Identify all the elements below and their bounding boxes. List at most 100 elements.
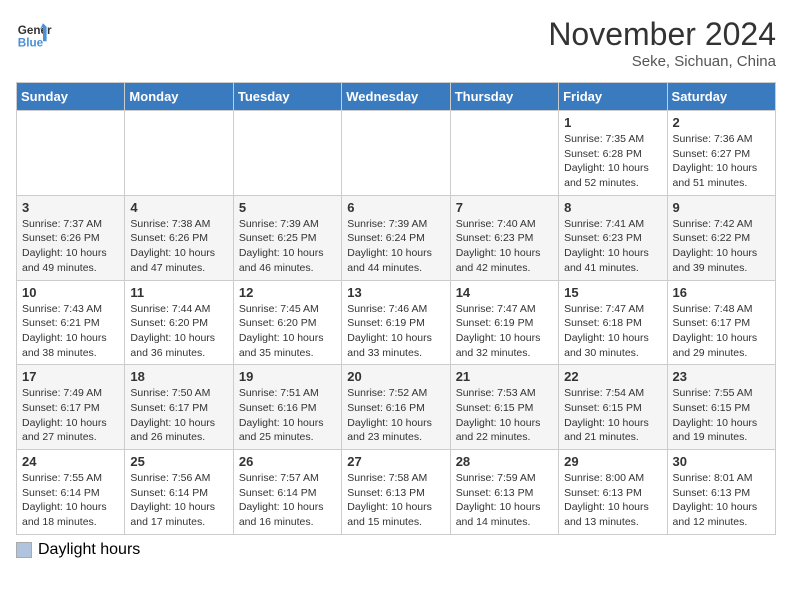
calendar-week-row: 3 Sunrise: 7:37 AM Sunset: 6:26 PM Daylig… xyxy=(17,195,776,280)
legend-label: Daylight hours xyxy=(38,541,140,559)
day-number: 21 xyxy=(456,369,553,384)
calendar-week-row: 10 Sunrise: 7:43 AM Sunset: 6:21 PM Dayli… xyxy=(17,280,776,365)
day-number: 30 xyxy=(673,454,770,469)
calendar-cell: 7 Sunrise: 7:40 AM Sunset: 6:23 PM Daylig… xyxy=(450,195,558,280)
day-number: 25 xyxy=(130,454,227,469)
day-number: 6 xyxy=(347,200,444,215)
day-number: 28 xyxy=(456,454,553,469)
calendar-day-header: Saturday xyxy=(667,83,775,111)
calendar-cell: 18 Sunrise: 7:50 AM Sunset: 6:17 PM Dayli… xyxy=(125,365,233,450)
calendar-cell: 14Sunrise: 7:47 AM Sunset: 6:19 PM Dayli… xyxy=(450,280,558,365)
legend: Daylight hours xyxy=(16,541,776,559)
calendar-week-row: 1 Sunrise: 7:35 AM Sunset: 6:28 PM Daylig… xyxy=(17,111,776,196)
day-number: 24 xyxy=(22,454,119,469)
day-number: 1 xyxy=(564,115,661,130)
svg-text:Blue: Blue xyxy=(18,37,44,50)
day-info: Sunrise: 7:44 AM Sunset: 6:20 PM Dayligh… xyxy=(130,302,227,361)
calendar-cell: 29Sunrise: 8:00 AM Sunset: 6:13 PM Dayli… xyxy=(559,450,667,535)
calendar-cell: 27 Sunrise: 7:58 AM Sunset: 6:13 PM Dayli… xyxy=(342,450,450,535)
day-number: 18 xyxy=(130,369,227,384)
calendar-cell: 25 Sunrise: 7:56 AM Sunset: 6:14 PM Dayli… xyxy=(125,450,233,535)
day-number: 23 xyxy=(673,369,770,384)
calendar-cell: 22 Sunrise: 7:54 AM Sunset: 6:15 PM Dayli… xyxy=(559,365,667,450)
calendar-cell: 8 Sunrise: 7:41 AM Sunset: 6:23 PM Daylig… xyxy=(559,195,667,280)
calendar-day-header: Tuesday xyxy=(233,83,341,111)
day-number: 27 xyxy=(347,454,444,469)
calendar-cell: 28 Sunrise: 7:59 AM Sunset: 6:13 PM Dayli… xyxy=(450,450,558,535)
calendar-cell xyxy=(125,111,233,196)
day-number: 16 xyxy=(673,285,770,300)
calendar-cell: 5Sunrise: 7:39 AM Sunset: 6:25 PM Daylig… xyxy=(233,195,341,280)
day-info: Sunrise: 8:01 AM Sunset: 6:13 PM Dayligh… xyxy=(673,471,770,530)
calendar-cell: 20Sunrise: 7:52 AM Sunset: 6:16 PM Dayli… xyxy=(342,365,450,450)
day-number: 14 xyxy=(456,285,553,300)
calendar-cell: 4Sunrise: 7:38 AM Sunset: 6:26 PM Daylig… xyxy=(125,195,233,280)
calendar-cell: 9 Sunrise: 7:42 AM Sunset: 6:22 PM Daylig… xyxy=(667,195,775,280)
month-title: November 2024 xyxy=(548,16,776,53)
day-info: Sunrise: 7:41 AM Sunset: 6:23 PM Dayligh… xyxy=(564,217,661,276)
day-info: Sunrise: 7:48 AM Sunset: 6:17 PM Dayligh… xyxy=(673,302,770,361)
calendar-cell: 3 Sunrise: 7:37 AM Sunset: 6:26 PM Daylig… xyxy=(17,195,125,280)
day-info: Sunrise: 7:40 AM Sunset: 6:23 PM Dayligh… xyxy=(456,217,553,276)
day-info: Sunrise: 7:50 AM Sunset: 6:17 PM Dayligh… xyxy=(130,386,227,445)
calendar-cell xyxy=(17,111,125,196)
day-number: 29 xyxy=(564,454,661,469)
day-number: 4 xyxy=(130,200,227,215)
calendar-cell: 11Sunrise: 7:44 AM Sunset: 6:20 PM Dayli… xyxy=(125,280,233,365)
calendar-cell: 17 Sunrise: 7:49 AM Sunset: 6:17 PM Dayli… xyxy=(17,365,125,450)
day-info: Sunrise: 7:39 AM Sunset: 6:24 PM Dayligh… xyxy=(347,217,444,276)
location: Seke, Sichuan, China xyxy=(548,53,776,70)
calendar-cell: 21 Sunrise: 7:53 AM Sunset: 6:15 PM Dayli… xyxy=(450,365,558,450)
day-info: Sunrise: 7:56 AM Sunset: 6:14 PM Dayligh… xyxy=(130,471,227,530)
day-number: 2 xyxy=(673,115,770,130)
day-info: Sunrise: 7:58 AM Sunset: 6:13 PM Dayligh… xyxy=(347,471,444,530)
day-number: 8 xyxy=(564,200,661,215)
day-number: 7 xyxy=(456,200,553,215)
page-header: General Blue November 2024 Seke, Sichuan… xyxy=(16,16,776,70)
calendar-day-header: Wednesday xyxy=(342,83,450,111)
calendar-cell: 19Sunrise: 7:51 AM Sunset: 6:16 PM Dayli… xyxy=(233,365,341,450)
day-info: Sunrise: 7:57 AM Sunset: 6:14 PM Dayligh… xyxy=(239,471,336,530)
day-number: 10 xyxy=(22,285,119,300)
day-info: Sunrise: 7:59 AM Sunset: 6:13 PM Dayligh… xyxy=(456,471,553,530)
calendar-cell: 13Sunrise: 7:46 AM Sunset: 6:19 PM Dayli… xyxy=(342,280,450,365)
day-info: Sunrise: 7:51 AM Sunset: 6:16 PM Dayligh… xyxy=(239,386,336,445)
svg-text:General: General xyxy=(18,24,52,37)
day-number: 20 xyxy=(347,369,444,384)
day-number: 12 xyxy=(239,285,336,300)
calendar-cell: 24 Sunrise: 7:55 AM Sunset: 6:14 PM Dayli… xyxy=(17,450,125,535)
day-number: 26 xyxy=(239,454,336,469)
calendar-cell: 26 Sunrise: 7:57 AM Sunset: 6:14 PM Dayli… xyxy=(233,450,341,535)
calendar-cell: 12Sunrise: 7:45 AM Sunset: 6:20 PM Dayli… xyxy=(233,280,341,365)
day-info: Sunrise: 7:55 AM Sunset: 6:14 PM Dayligh… xyxy=(22,471,119,530)
calendar-day-header: Sunday xyxy=(17,83,125,111)
calendar-table: SundayMondayTuesdayWednesdayThursdayFrid… xyxy=(16,82,776,535)
day-number: 17 xyxy=(22,369,119,384)
day-number: 3 xyxy=(22,200,119,215)
day-info: Sunrise: 7:43 AM Sunset: 6:21 PM Dayligh… xyxy=(22,302,119,361)
calendar-week-row: 24 Sunrise: 7:55 AM Sunset: 6:14 PM Dayli… xyxy=(17,450,776,535)
day-info: Sunrise: 7:37 AM Sunset: 6:26 PM Dayligh… xyxy=(22,217,119,276)
calendar-day-header: Monday xyxy=(125,83,233,111)
day-info: Sunrise: 7:42 AM Sunset: 6:22 PM Dayligh… xyxy=(673,217,770,276)
day-info: Sunrise: 7:46 AM Sunset: 6:19 PM Dayligh… xyxy=(347,302,444,361)
day-info: Sunrise: 7:35 AM Sunset: 6:28 PM Dayligh… xyxy=(564,132,661,191)
calendar-cell: 30 Sunrise: 8:01 AM Sunset: 6:13 PM Dayli… xyxy=(667,450,775,535)
day-info: Sunrise: 7:49 AM Sunset: 6:17 PM Dayligh… xyxy=(22,386,119,445)
day-number: 22 xyxy=(564,369,661,384)
logo-icon: General Blue xyxy=(16,16,52,52)
calendar-cell xyxy=(233,111,341,196)
day-info: Sunrise: 7:53 AM Sunset: 6:15 PM Dayligh… xyxy=(456,386,553,445)
calendar-header-row: SundayMondayTuesdayWednesdayThursdayFrid… xyxy=(17,83,776,111)
day-number: 15 xyxy=(564,285,661,300)
calendar-cell: 6 Sunrise: 7:39 AM Sunset: 6:24 PM Daylig… xyxy=(342,195,450,280)
calendar-day-header: Thursday xyxy=(450,83,558,111)
day-info: Sunrise: 7:54 AM Sunset: 6:15 PM Dayligh… xyxy=(564,386,661,445)
day-info: Sunrise: 7:55 AM Sunset: 6:15 PM Dayligh… xyxy=(673,386,770,445)
calendar-cell: 10 Sunrise: 7:43 AM Sunset: 6:21 PM Dayli… xyxy=(17,280,125,365)
day-number: 9 xyxy=(673,200,770,215)
calendar-cell xyxy=(342,111,450,196)
calendar-day-header: Friday xyxy=(559,83,667,111)
calendar-cell xyxy=(450,111,558,196)
legend-color xyxy=(16,542,32,558)
